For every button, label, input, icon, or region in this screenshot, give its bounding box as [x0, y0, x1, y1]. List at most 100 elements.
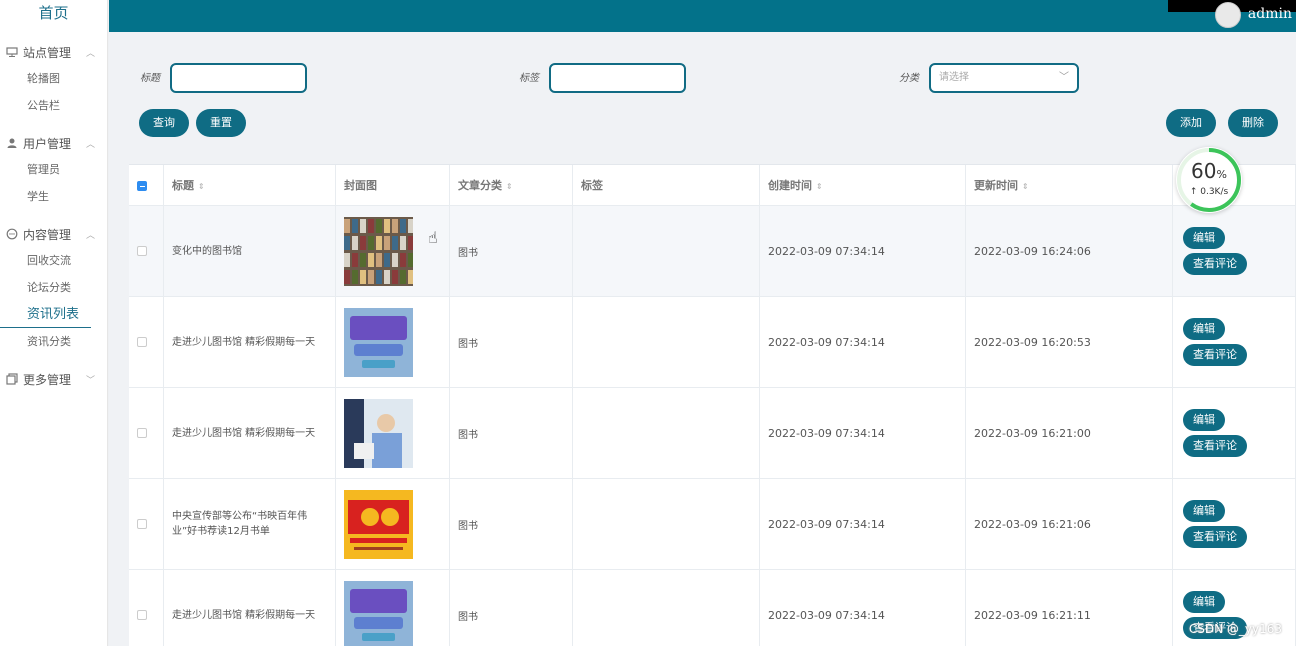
row-checkbox[interactable] [137, 610, 147, 620]
sidebar-item-admin[interactable]: 管理员 [0, 156, 107, 183]
cover-image[interactable] [344, 489, 413, 559]
main-content: 标题 标签 分类 请选择 ﹀ 查询 重置 添加 删除 标题 ⇕ 封面图 文章分类 ⇕… [109, 32, 1296, 646]
chevron-up-icon: ︿ [85, 139, 95, 150]
chat-icon [6, 228, 18, 240]
header-created[interactable]: 创建时间 ⇕ [760, 165, 966, 206]
row-checkbox[interactable] [137, 246, 147, 256]
view-comments-button[interactable]: 查看评论 [1183, 435, 1247, 457]
category-label: 分类 [899, 73, 919, 84]
sidebar-item-news-category[interactable]: 资讯分类 [0, 328, 107, 355]
row-updated: 2022-03-09 16:20:53 [966, 297, 1173, 387]
row-category: 图书 [450, 297, 573, 387]
sidebar-item-recycle[interactable]: 回收交流 [0, 247, 107, 274]
news-table: 标题 ⇕ 封面图 文章分类 ⇕ 标签 创建时间 ⇕ 更新时间 ⇕ 变化中的图书馆 图书 20… [129, 164, 1296, 646]
row-created: 2022-03-09 07:34:14 [760, 570, 966, 646]
search-form: 标题 标签 分类 请选择 ﹀ 查询 重置 添加 删除 [109, 32, 1296, 152]
row-title: 走进少儿图书馆 精彩假期每一天 [164, 297, 336, 387]
upload-speed: ↑ 0.3K/s [1189, 187, 1229, 197]
header-category[interactable]: 文章分类 ⇕ [450, 165, 573, 206]
sort-icon[interactable]: ⇕ [198, 182, 205, 191]
row-select [129, 479, 164, 569]
row-select [129, 206, 164, 296]
delete-button[interactable]: 删除 [1228, 109, 1278, 137]
sidebar-group-label: 站点管理 [23, 45, 72, 60]
header-select-all[interactable] [129, 165, 164, 206]
row-title: 中央宣传部等公布“书映百年伟业”好书荐读12月书单 [164, 479, 336, 569]
sidebar-group-site[interactable]: 站点管理 ︿ [0, 39, 107, 65]
sort-icon[interactable]: ⇕ [816, 182, 823, 191]
chevron-up-icon: ︿ [85, 48, 95, 59]
row-created: 2022-03-09 07:34:14 [760, 388, 966, 478]
row-checkbox[interactable] [137, 428, 147, 438]
sort-icon[interactable]: ⇕ [1022, 182, 1029, 191]
row-title: 走进少儿图书馆 精彩假期每一天 [164, 388, 336, 478]
sidebar: 首页 站点管理 ︿ 轮播图 公告栏 用户管理 ︿ 管理员 学生 内容管理 ︿ 回… [0, 0, 108, 646]
row-cover [336, 297, 450, 387]
edit-button[interactable]: 编辑 [1183, 318, 1225, 340]
row-created: 2022-03-09 07:34:14 [760, 297, 966, 387]
sidebar-item-forum-category[interactable]: 论坛分类 [0, 274, 107, 301]
reset-button[interactable]: 重置 [196, 109, 246, 137]
topbar: admin [109, 0, 1296, 32]
select-all-checkbox[interactable] [137, 181, 147, 191]
edit-button[interactable]: 编辑 [1183, 227, 1225, 249]
row-updated: 2022-03-09 16:21:06 [966, 479, 1173, 569]
row-cover [336, 388, 450, 478]
row-updated: 2022-03-09 16:21:00 [966, 388, 1173, 478]
view-comments-button[interactable]: 查看评论 [1183, 253, 1247, 275]
row-cover [336, 479, 450, 569]
row-tag [573, 206, 760, 296]
sidebar-group-content[interactable]: 内容管理 ︿ [0, 221, 107, 247]
view-comments-button[interactable]: 查看评论 [1183, 344, 1247, 366]
sort-icon[interactable]: ⇕ [506, 182, 513, 191]
sidebar-item-carousel[interactable]: 轮播图 [0, 65, 107, 92]
cover-image[interactable] [344, 398, 413, 468]
username[interactable]: admin [1248, 6, 1292, 22]
row-category: 图书 [450, 206, 573, 296]
sidebar-group-user[interactable]: 用户管理 ︿ [0, 130, 107, 156]
row-actions: 编辑 查看评论 [1173, 388, 1296, 478]
row-select [129, 388, 164, 478]
table-row: 变化中的图书馆 图书 2022-03-09 07:34:14 2022-03-09 1… [129, 206, 1296, 297]
row-select [129, 570, 164, 646]
table-row: 走进少儿图书馆 精彩假期每一天 图书 2022-03-09 07:34:14 2022… [129, 388, 1296, 479]
edit-button[interactable]: 编辑 [1183, 591, 1225, 613]
sidebar-group-more[interactable]: 更多管理 ﹀ [0, 366, 107, 392]
monitor-icon [6, 46, 18, 58]
table-row: 中央宣传部等公布“书映百年伟业”好书荐读12月书单 图书 2022-03-09 07… [129, 479, 1296, 570]
edit-button[interactable]: 编辑 [1183, 409, 1225, 431]
sidebar-home[interactable]: 首页 [0, 0, 107, 28]
cover-image[interactable] [344, 216, 414, 286]
view-comments-button[interactable]: 查看评论 [1183, 526, 1247, 548]
edit-button[interactable]: 编辑 [1183, 500, 1225, 522]
row-actions: 编辑 查看评论 [1173, 479, 1296, 569]
table-row: 走进少儿图书馆 精彩假期每一天 图书 2022-03-09 07:34:14 2022… [129, 570, 1296, 646]
query-button[interactable]: 查询 [139, 109, 189, 137]
cover-image[interactable] [344, 580, 413, 646]
row-updated: 2022-03-09 16:21:11 [966, 570, 1173, 646]
cover-image[interactable] [344, 307, 413, 377]
chevron-up-icon: ︿ [85, 230, 95, 241]
row-title: 走进少儿图书馆 精彩假期每一天 [164, 570, 336, 646]
sidebar-item-news-list[interactable]: 资讯列表 [0, 301, 91, 328]
tag-input[interactable] [549, 63, 686, 93]
row-category: 图书 [450, 388, 573, 478]
watermark: CSDN @_yy163 [1188, 622, 1282, 636]
title-input[interactable] [170, 63, 307, 93]
header-tag: 标签 [573, 165, 760, 206]
copy-icon [6, 373, 18, 385]
hand-cursor-icon: ☝ [428, 228, 438, 247]
avatar[interactable] [1215, 2, 1241, 28]
row-checkbox[interactable] [137, 337, 147, 347]
category-select[interactable]: 请选择 ﹀ [929, 63, 1079, 93]
add-button[interactable]: 添加 [1166, 109, 1216, 137]
row-tag [573, 388, 760, 478]
sidebar-group-label: 内容管理 [23, 227, 72, 242]
header-title[interactable]: 标题 ⇕ [164, 165, 336, 206]
row-created: 2022-03-09 07:34:14 [760, 479, 966, 569]
sidebar-item-notice[interactable]: 公告栏 [0, 92, 107, 119]
row-checkbox[interactable] [137, 519, 147, 529]
row-tag [573, 479, 760, 569]
sidebar-item-student[interactable]: 学生 [0, 183, 107, 210]
header-updated[interactable]: 更新时间 ⇕ [966, 165, 1173, 206]
